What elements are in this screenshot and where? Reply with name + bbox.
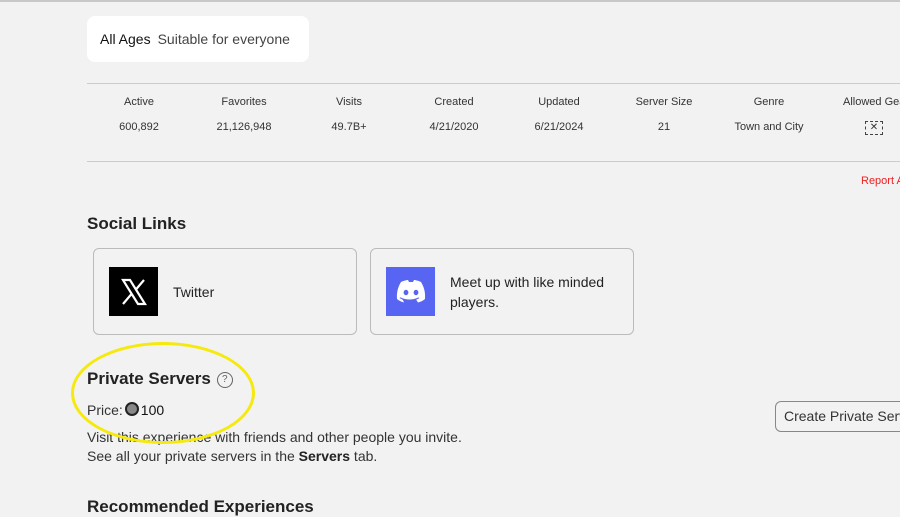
report-abuse-link[interactable]: Report A	[861, 175, 900, 187]
stat-value: 49.7B+	[331, 121, 367, 133]
private-servers-title: Private Servers?	[87, 369, 233, 389]
stat-updated: Updated 6/21/2024	[504, 96, 614, 133]
gear-not-allowed-icon: ✕	[865, 121, 883, 135]
private-servers-title-text: Private Servers	[87, 369, 211, 388]
social-link-discord[interactable]: Meet up with like minded players.	[370, 248, 634, 335]
help-icon[interactable]: ?	[216, 372, 233, 388]
x-logo-icon	[109, 267, 158, 316]
private-servers-description: Visit this experience with friends and o…	[87, 428, 462, 466]
stat-label: Allowed Gea	[843, 96, 900, 108]
age-rating-badge: All Ages Suitable for everyone	[87, 16, 309, 62]
robux-icon	[124, 402, 139, 416]
stat-value: 4/21/2020	[429, 121, 479, 133]
description-line-1: Visit this experience with friends and o…	[87, 429, 462, 445]
price-label: Price:	[87, 402, 123, 418]
stat-value: 600,892	[119, 121, 159, 133]
stat-label: Server Size	[635, 96, 693, 108]
description-line-2: See all your private servers in the Serv…	[87, 447, 462, 466]
stats-row: Active 600,892 Favorites 21,126,948 Visits…	[87, 83, 900, 162]
age-rating-label: All Ages	[100, 31, 151, 47]
stat-label: Updated	[538, 96, 580, 108]
stat-favorites: Favorites 21,126,948	[189, 96, 299, 133]
stat-value: 21	[657, 121, 671, 133]
age-rating-description: Suitable for everyone	[157, 31, 290, 47]
stat-label: Genre	[753, 96, 785, 108]
desc-text: See all your private servers in the	[87, 448, 299, 464]
stat-label: Created	[434, 96, 474, 108]
stat-label: Visits	[335, 96, 363, 108]
servers-tab-reference: Servers	[298, 448, 351, 464]
social-links-title: Social Links	[87, 214, 187, 233]
stat-value: 6/21/2024	[534, 121, 584, 133]
social-link-label: Meet up with like minded players.	[450, 273, 605, 310]
stat-value: Town and City	[734, 121, 804, 133]
discord-logo-icon	[386, 267, 435, 316]
stat-label: Active	[124, 96, 154, 108]
stat-genre: Genre Town and City	[714, 96, 824, 133]
stat-active: Active 600,892	[84, 96, 194, 133]
stat-server-size: Server Size 21	[609, 96, 719, 133]
social-link-twitter[interactable]: Twitter	[93, 248, 357, 335]
private-server-price: Price: 100	[87, 402, 164, 418]
recommended-experiences-title: Recommended Experiences	[87, 497, 314, 516]
top-divider	[0, 0, 900, 2]
stat-allowed-gear: Allowed Gea ✕	[819, 96, 900, 135]
stat-visits: Visits 49.7B+	[294, 96, 404, 133]
stat-value: 21,126,948	[216, 121, 272, 133]
social-link-label: Twitter	[173, 283, 215, 300]
stat-created: Created 4/21/2020	[399, 96, 509, 133]
create-private-server-button[interactable]: Create Private Serv	[775, 401, 900, 432]
price-value: 100	[140, 402, 165, 418]
desc-text: tab.	[350, 448, 378, 464]
stat-label: Favorites	[221, 96, 267, 108]
